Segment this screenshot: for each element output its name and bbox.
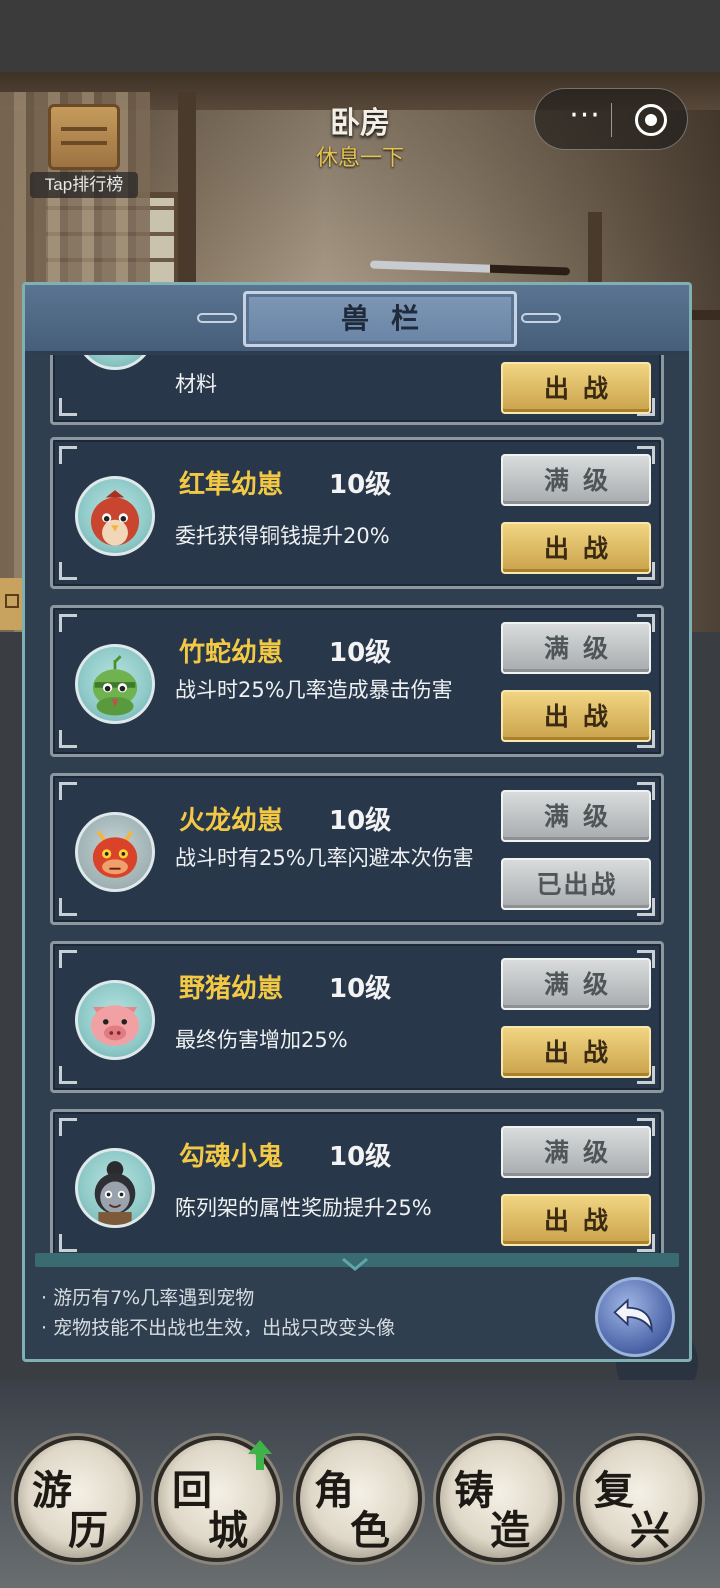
panel-header: 兽栏 [25, 285, 689, 353]
pet-card: 红隼幼崽 10级 委托获得铜钱提升20% 满级 出战 [50, 437, 664, 589]
status-band [0, 0, 720, 72]
leaderboard-scroll-icon[interactable] [48, 104, 120, 170]
pet-name: 红隼幼崽 [179, 470, 284, 500]
deploy-button[interactable]: 出战 [501, 1194, 651, 1246]
deploy-button[interactable]: 出战 [501, 690, 651, 742]
checkbox-icon [5, 594, 19, 608]
tip-line: · 宠物技能不出战也生效，出战只改变头像 [41, 1317, 396, 1339]
bamboo-snake-avatar [75, 644, 155, 724]
chevron-down-icon [342, 1257, 368, 1271]
max-level-button[interactable]: 满级 [501, 958, 651, 1010]
nav-character-button[interactable]: 角色 [296, 1436, 422, 1562]
pet-name: 野猪幼崽 [179, 974, 284, 1004]
side-task-tab[interactable] [0, 578, 24, 630]
wild-boar-avatar [75, 980, 155, 1060]
tips-text: · 游历有7%几率遇到宠物 · 宠物技能不出战也生效，出战只改变头像 [41, 1283, 601, 1343]
pet-card-partial: 材料 出战 [50, 355, 664, 425]
deploy-button[interactable]: 出战 [501, 522, 651, 574]
pet-desc: 材料 [175, 372, 217, 396]
max-level-button[interactable]: 满级 [501, 454, 651, 506]
nav-revive-button[interactable]: 复兴 [576, 1436, 702, 1562]
close-target-icon[interactable] [635, 104, 667, 136]
page-title: 卧房 [330, 106, 390, 141]
pet-desc: 战斗时有25%几率闪避本次伤害 [175, 846, 474, 870]
page-subtitle: 休息一下 [315, 146, 404, 171]
header-ornament [521, 313, 561, 323]
panel-title: 兽栏 [243, 291, 517, 347]
header-ornament [197, 313, 237, 323]
pet-desc: 最终伤害增加25% [175, 1028, 348, 1052]
pet-desc: 战斗时25%几率造成暴击伤害 [175, 678, 453, 702]
deployed-button[interactable]: 已出战 [501, 858, 651, 910]
deploy-button[interactable]: 出战 [501, 1026, 651, 1078]
max-level-button[interactable]: 满级 [501, 790, 651, 842]
pet-level: 10级 [329, 470, 392, 500]
back-button[interactable] [595, 1277, 675, 1357]
pet-card: 火龙幼崽 10级 战斗时有25%几率闪避本次伤害 满级 已出战 [50, 773, 664, 925]
pet-card: 勾魂小鬼 10级 陈列架的属性奖励提升25% 满级 出战 [50, 1109, 664, 1255]
pet-level: 10级 [329, 806, 392, 836]
pet-pen-panel: 兽栏 材料 出战 红隼幼崽 10级 委托获得铜钱提升20% 满级 出战 竹蛇幼崽… [22, 282, 692, 1362]
pet-desc: 委托获得铜钱提升20% [175, 524, 390, 548]
pet-name: 勾魂小鬼 [179, 1142, 284, 1172]
red-falcon-avatar [75, 476, 155, 556]
pet-level: 10级 [329, 974, 392, 1004]
pet-desc: 陈列架的属性奖励提升25% [175, 1196, 432, 1220]
more-icon[interactable]: ··· [557, 101, 613, 133]
nav-forge-button[interactable]: 铸造 [436, 1436, 562, 1562]
ghost-imp-avatar [75, 1148, 155, 1228]
miniprogram-capsule: ··· [534, 88, 688, 150]
pet-card: 竹蛇幼崽 10级 战斗时25%几率造成暴击伤害 满级 出战 [50, 605, 664, 757]
pet-name: 竹蛇幼崽 [179, 638, 284, 668]
upgrade-arrow-icon [248, 1440, 272, 1470]
tip-line: · 游历有7%几率遇到宠物 [41, 1287, 255, 1309]
fire-dragon-avatar [75, 812, 155, 892]
pet-level: 10级 [329, 638, 392, 668]
pet-avatar [75, 355, 155, 370]
max-level-button[interactable]: 满级 [501, 1126, 651, 1178]
max-level-button[interactable]: 满级 [501, 622, 651, 674]
pet-list[interactable]: 材料 出战 红隼幼崽 10级 委托获得铜钱提升20% 满级 出战 竹蛇幼崽 10… [50, 355, 664, 1255]
pet-name: 火龙幼崽 [179, 806, 284, 836]
return-arrow-icon [613, 1298, 653, 1334]
tap-rank-label[interactable]: Tap排行榜 [30, 172, 138, 198]
nav-travel-button[interactable]: 游历 [14, 1436, 140, 1562]
deploy-button[interactable]: 出战 [501, 362, 651, 414]
capsule-divider [611, 103, 612, 137]
pet-level: 10级 [329, 1142, 392, 1172]
sword [369, 260, 571, 276]
pet-card: 野猪幼崽 10级 最终伤害增加25% 满级 出战 [50, 941, 664, 1093]
